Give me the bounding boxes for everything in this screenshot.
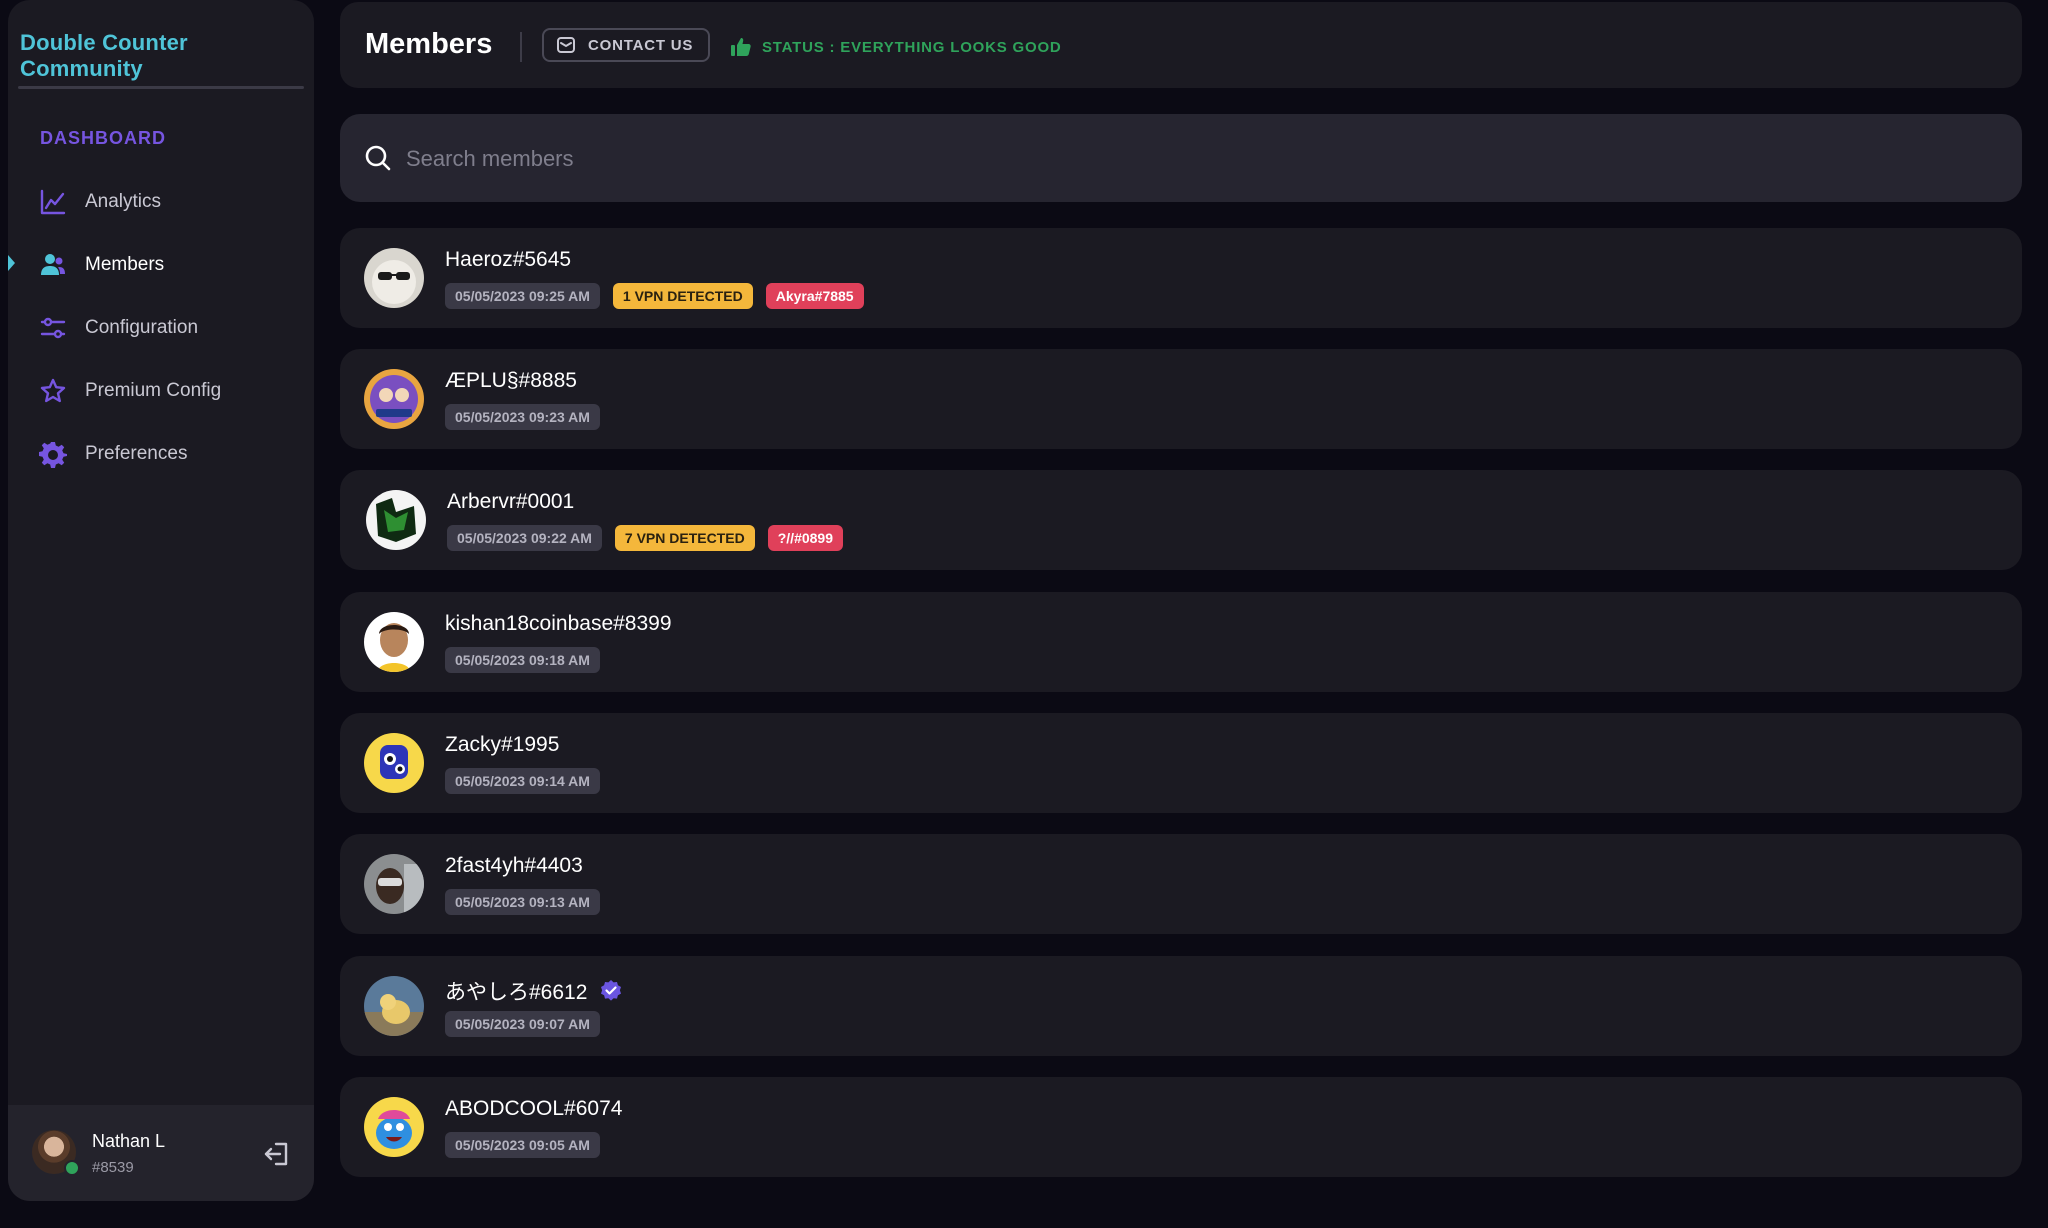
analytics-icon — [38, 187, 68, 217]
sidebar-item-analytics[interactable]: Analytics — [8, 176, 314, 228]
avatar — [364, 612, 424, 672]
member-name: Haeroz#5645 — [445, 248, 572, 271]
member-row[interactable]: Arbervr#0001 05/05/2023 09:22 AM 7 VPN D… — [340, 470, 2022, 570]
user-name: Nathan L — [92, 1131, 166, 1151]
avatar — [364, 1097, 424, 1157]
sidebar-item-premium-config[interactable]: Premium Config — [8, 365, 314, 417]
member-name: Zacky#1995 — [445, 733, 560, 756]
alt-account-badge[interactable]: Akyra#7885 — [765, 283, 864, 309]
members-icon — [38, 250, 68, 280]
member-row[interactable]: kishan18coinbase#8399 05/05/2023 09:18 A… — [340, 592, 2022, 692]
join-date-badge: 05/05/2023 09:05 AM — [445, 1132, 600, 1158]
contact-us-button[interactable]: CONTACT US — [542, 28, 710, 62]
member-name: Arbervr#0001 — [447, 490, 575, 513]
join-date-badge: 05/05/2023 09:07 AM — [445, 1011, 600, 1037]
avatar — [366, 490, 426, 550]
member-row[interactable]: ÆPLU§#8885 05/05/2023 09:23 AM — [340, 349, 2022, 449]
sidebar-item-label: Members — [85, 254, 165, 275]
contact-us-label: CONTACT US — [588, 36, 694, 54]
avatar — [364, 854, 424, 914]
thumbs-up-icon — [731, 38, 751, 56]
star-icon — [38, 376, 68, 406]
page-header: Members CONTACT US STATUS : EVERYTHING L… — [340, 2, 2022, 88]
search-bar[interactable] — [340, 114, 2022, 202]
sidebar-item-preferences[interactable]: Preferences — [8, 428, 314, 480]
member-row[interactable]: ABODCOOL#6074 05/05/2023 09:05 AM — [340, 1077, 2022, 1177]
avatar — [364, 733, 424, 793]
avatar[interactable] — [32, 1130, 80, 1176]
join-date-badge: 05/05/2023 09:14 AM — [445, 768, 600, 794]
alt-account-badge[interactable]: ?//#0899 — [767, 525, 843, 551]
status-text: STATUS : EVERYTHING LOOKS GOOD — [762, 38, 1062, 56]
divider — [520, 32, 522, 62]
sliders-icon — [38, 313, 68, 343]
join-date-badge: 05/05/2023 09:23 AM — [445, 404, 600, 430]
vpn-badge: 1 VPN DETECTED — [612, 283, 753, 309]
user-tag: #8539 — [92, 1159, 134, 1176]
divider — [18, 86, 304, 89]
member-name: kishan18coinbase#8399 — [445, 612, 672, 635]
sidebar-item-members[interactable]: Members — [8, 239, 314, 291]
sidebar: Double Counter Community DASHBOARD Analy… — [8, 0, 314, 1201]
gear-icon — [38, 439, 68, 469]
sidebar-item-label: Analytics — [85, 191, 162, 212]
section-label-dashboard: DASHBOARD — [40, 128, 166, 148]
member-row[interactable]: あやしろ#6612 05/05/2023 09:07 AM — [340, 956, 2022, 1056]
search-input[interactable] — [404, 132, 1988, 186]
user-panel: Nathan L #8539 — [8, 1105, 314, 1201]
page-title: Members — [365, 28, 493, 60]
join-date-badge: 05/05/2023 09:25 AM — [445, 283, 600, 309]
join-date-badge: 05/05/2023 09:18 AM — [445, 647, 600, 673]
avatar — [364, 248, 424, 308]
member-name: あやしろ#6612 — [445, 981, 588, 1004]
sidebar-item-label: Preferences — [85, 443, 188, 464]
join-date-badge: 05/05/2023 09:22 AM — [447, 525, 602, 551]
avatar — [364, 976, 424, 1036]
avatar — [364, 369, 424, 429]
server-name[interactable]: Double Counter Community — [20, 30, 310, 82]
member-row[interactable]: 2fast4yh#4403 05/05/2023 09:13 AM — [340, 834, 2022, 934]
member-name: ÆPLU§#8885 — [445, 369, 577, 392]
logout-icon — [264, 1142, 288, 1166]
vpn-badge: 7 VPN DETECTED — [614, 525, 755, 551]
status-indicator: STATUS : EVERYTHING LOOKS GOOD — [730, 36, 1062, 58]
sidebar-item-label: Configuration — [85, 317, 199, 338]
search-icon — [365, 145, 391, 171]
sidebar-item-label: Premium Config — [85, 380, 222, 401]
online-status-dot — [64, 1160, 80, 1176]
join-date-badge: 05/05/2023 09:13 AM — [445, 889, 600, 915]
member-name: 2fast4yh#4403 — [445, 854, 583, 877]
sidebar-item-configuration[interactable]: Configuration — [8, 302, 314, 354]
mail-icon — [557, 37, 575, 53]
member-name: ABODCOOL#6074 — [445, 1097, 623, 1120]
member-row[interactable]: Haeroz#5645 05/05/2023 09:25 AM 1 VPN DE… — [340, 228, 2022, 328]
verified-badge-icon — [601, 980, 622, 1001]
member-row[interactable]: Zacky#1995 05/05/2023 09:14 AM — [340, 713, 2022, 813]
logout-button[interactable] — [262, 1139, 292, 1169]
